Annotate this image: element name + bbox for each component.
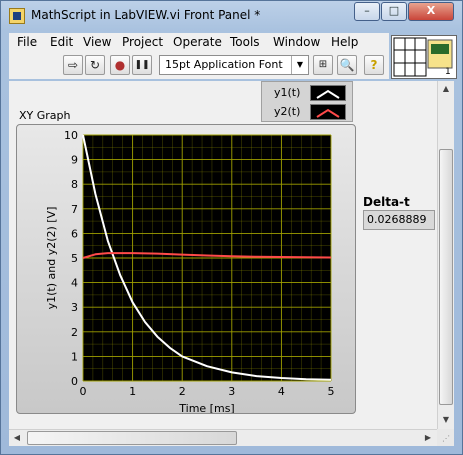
title-bar[interactable]: MathScript in LabVIEW.vi Front Panel * –… (1, 1, 462, 31)
run-continuously-icon: ↻ (89, 58, 101, 72)
abort-stop-icon: ● (114, 58, 126, 72)
y-tick-label: 4 (71, 277, 78, 290)
pause-button[interactable]: ❚❚ (132, 55, 152, 75)
legend-item[interactable]: y1(t) (262, 84, 354, 102)
scroll-left-icon[interactable]: ◀ (9, 430, 25, 446)
x-tick-label: 4 (278, 385, 285, 398)
labview-front-panel-window: MathScript in LabVIEW.vi Front Panel * –… (0, 0, 463, 455)
legend-swatch-y2 (310, 104, 346, 120)
plot-legend: y1(t) y2(t) (261, 81, 353, 122)
menu-window[interactable]: Window (273, 35, 320, 49)
toolbar: ⇨ ↻ ● ❚❚ 15pt Application Font ▼ ⊞ 🔍 ? (9, 53, 389, 79)
menu-tools[interactable]: Tools (230, 35, 260, 49)
delta-t-indicator: 0.0268889 (363, 210, 435, 230)
y-tick-label: 9 (71, 154, 78, 167)
scroll-right-icon[interactable]: ▶ (420, 430, 436, 446)
delta-t-label: Delta-t (363, 195, 410, 209)
search-icon: 🔍 (339, 58, 355, 72)
search-button[interactable]: 🔍 (337, 55, 357, 75)
y-axis-label: y1(t) and y2(2) [V] (45, 207, 58, 310)
run-arrow-icon: ⇨ (67, 58, 79, 72)
svg-text:1: 1 (445, 67, 451, 77)
menu-view[interactable]: View (83, 35, 111, 49)
scroll-down-icon[interactable]: ▼ (438, 412, 454, 428)
menu-file[interactable]: File (17, 35, 37, 49)
xy-graph[interactable]: 0 1 2 3 4 5 0 1 2 3 4 5 6 7 8 9 10 Time [ms] y1(t) and y2(… (16, 124, 356, 415)
menu-bar: File Edit View Project Operate Tools Win… (9, 33, 389, 53)
xy-graph-plot: 0 1 2 3 4 5 0 1 2 3 4 5 6 7 8 9 10 Time [ms] y1(t) and y2(… (45, 129, 335, 415)
connector-pane-icon: 1 (393, 37, 453, 77)
legend-label: y1(t) (274, 86, 301, 99)
align-objects-icon: ⊞ (318, 59, 328, 70)
graph-label: XY Graph (19, 109, 71, 122)
size-grip[interactable]: ⋰ (437, 429, 454, 446)
context-help-button[interactable]: ? (364, 55, 384, 75)
run-button[interactable]: ⇨ (63, 55, 83, 75)
y-tick-label: 10 (64, 129, 78, 142)
vertical-scrollbar[interactable]: ▲ ▼ (437, 81, 454, 429)
run-continuously-button[interactable]: ↻ (85, 55, 105, 75)
legend-item[interactable]: y2(t) (262, 103, 354, 121)
align-objects-button[interactable]: ⊞ (313, 55, 333, 75)
menu-operate[interactable]: Operate (173, 35, 222, 49)
y-tick-label: 6 (71, 227, 78, 240)
y-tick-label: 7 (71, 203, 78, 216)
legend-swatch-y1 (310, 85, 346, 101)
labview-app-icon (9, 8, 25, 24)
y-tick-label: 5 (71, 252, 78, 265)
window-title: MathScript in LabVIEW.vi Front Panel * (31, 8, 261, 22)
y-tick-label: 8 (71, 178, 78, 191)
y-tick-label: 3 (71, 301, 78, 314)
y-tick-label: 2 (71, 326, 78, 339)
abort-button[interactable]: ● (110, 55, 130, 75)
x-tick-label: 3 (228, 385, 235, 398)
x-tick-label: 1 (129, 385, 136, 398)
y-tick-label: 1 (71, 350, 78, 363)
help-icon: ? (370, 58, 378, 72)
scroll-up-icon[interactable]: ▲ (438, 81, 454, 97)
font-select[interactable]: 15pt Application Font ▼ (159, 55, 309, 75)
y-tick-label: 0 (71, 375, 78, 388)
maximize-button[interactable]: □ (381, 2, 407, 21)
horizontal-scrollbar[interactable]: ◀ ▶ (9, 429, 437, 446)
font-select-value: 15pt Application Font (165, 58, 283, 71)
minimize-button[interactable]: – (354, 2, 380, 21)
x-tick-label: 2 (179, 385, 186, 398)
menu-project[interactable]: Project (122, 35, 163, 49)
vi-connector-pane-icon[interactable]: 1 (391, 35, 457, 79)
close-button[interactable]: X (408, 2, 454, 21)
menu-help[interactable]: Help (331, 35, 358, 49)
resize-grip-icon: ⋰ (442, 434, 450, 443)
horizontal-scroll-thumb[interactable] (27, 431, 237, 445)
vertical-scroll-thumb[interactable] (439, 149, 453, 405)
front-panel: y1(t) y2(t) XY Graph 0 1 2 3 4 5 0 1 2 3 4 5 6 7 8 9 10 T… (9, 81, 437, 429)
x-axis-label: Time [ms] (178, 402, 234, 413)
x-tick-label: 5 (328, 385, 335, 398)
legend-label: y2(t) (274, 105, 301, 118)
x-tick-label: 0 (80, 385, 87, 398)
menu-edit[interactable]: Edit (50, 35, 73, 49)
pause-icon: ❚❚ (134, 60, 150, 70)
chevron-down-icon: ▼ (291, 56, 308, 74)
